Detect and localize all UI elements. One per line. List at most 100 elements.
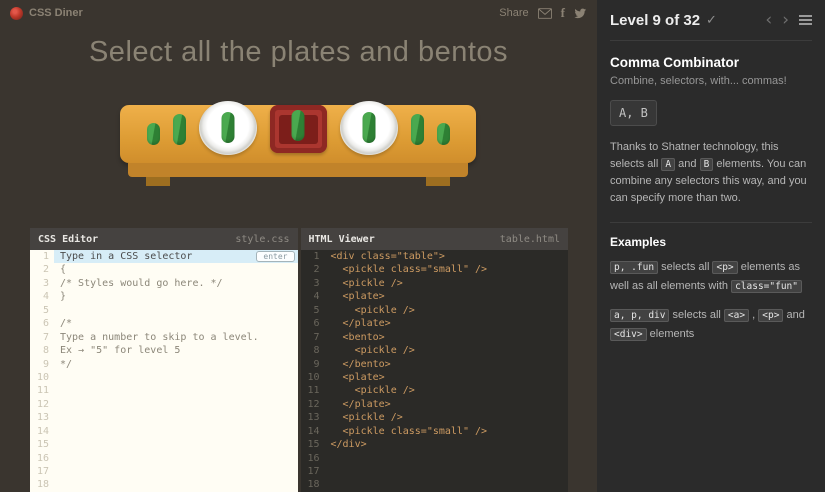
line-number: 12	[36, 398, 49, 410]
code-line: <pickle />	[330, 345, 415, 357]
code-line: */	[60, 358, 73, 370]
code-line: }	[60, 291, 67, 303]
main-area: CSS Diner Share f Select all the plates …	[0, 0, 597, 492]
code-line: <pickle />	[330, 412, 403, 424]
example-line: p, .fun selects all <p> elements as well…	[610, 261, 802, 294]
inline-code-chip: <p>	[712, 261, 738, 275]
line-number: 18	[307, 479, 320, 491]
code-line: </plate>	[330, 398, 391, 410]
line-number: 14	[307, 425, 320, 437]
bento[interactable]	[269, 105, 327, 153]
line-number: 4	[313, 291, 320, 303]
css-editor-gutter: 1 2 3 4 5 6 7 8 9 10 11 12 13 14 15 16 17 18	[30, 250, 54, 492]
css-editor-header: CSS Editor style.css	[30, 228, 298, 250]
plate[interactable]	[198, 101, 257, 155]
pickle-small[interactable]	[146, 123, 160, 145]
brand[interactable]: CSS Diner	[10, 6, 83, 20]
code-line: Ex → "5" for level 5	[60, 345, 181, 357]
code-line: </div>	[330, 439, 367, 451]
app-title: CSS Diner	[29, 7, 83, 19]
inline-code-chip: p, .fun	[610, 261, 659, 275]
next-level-button[interactable]: ›	[782, 11, 789, 29]
lesson-title: Comma Combinator	[610, 55, 740, 70]
code-line: <pickle class="small" />	[330, 425, 488, 437]
html-viewer-code: <div class="table"> <pickle class="small…	[325, 250, 569, 492]
line-number: 14	[36, 425, 49, 437]
inline-code-chip: <a>	[723, 308, 750, 322]
code-line: <pickle class="small" />	[330, 264, 488, 276]
css-diner-logo-icon	[10, 6, 23, 20]
css-selector-input[interactable]	[54, 250, 257, 264]
css-editor-title: CSS Editor	[38, 233, 99, 245]
pickle[interactable]	[362, 112, 375, 143]
line-number: 5	[313, 304, 320, 316]
line-number: 1	[42, 251, 49, 262]
plate[interactable]	[339, 101, 398, 155]
code-line: <bento>	[330, 331, 385, 343]
line-number: 15	[307, 439, 320, 451]
line-number: 9	[42, 358, 49, 370]
line-number: 13	[307, 412, 320, 424]
facebook-share-icon[interactable]: f	[561, 5, 565, 21]
line-number: 11	[307, 385, 320, 397]
level-header: Level 9 of 32 ✓ ‹ ›	[610, 0, 812, 41]
code-line: /*	[60, 318, 73, 330]
enter-button[interactable]: enter	[256, 251, 295, 263]
line-number: 17	[307, 466, 320, 477]
pickle-graphic	[172, 114, 186, 145]
line-number: 1	[313, 251, 320, 262]
line-number: 11	[36, 385, 49, 397]
table-items	[120, 89, 476, 155]
code-line: <pickle />	[330, 385, 415, 397]
code-line: <plate>	[330, 371, 385, 383]
top-bar: CSS Diner Share f	[0, 0, 597, 26]
code-line: <pickle />	[330, 304, 415, 316]
lesson-description: Thanks to Shatner technology, this selec…	[610, 141, 807, 205]
inline-code-chip: class="fun"	[731, 280, 802, 294]
html-viewer-title: HTML Viewer	[308, 233, 375, 245]
inline-code-chip: B	[699, 158, 714, 172]
examples-title: Examples	[610, 222, 812, 249]
pickle-small[interactable]	[436, 123, 450, 145]
email-share-icon[interactable]	[537, 7, 552, 19]
sidebar: Level 9 of 32 ✓ ‹ › Comma Combinator Com…	[597, 0, 825, 492]
share-label: Share	[499, 7, 529, 19]
menu-button[interactable]	[799, 13, 812, 27]
line-number: 6	[42, 318, 49, 330]
share-group: Share f	[499, 5, 587, 21]
pickle[interactable]	[172, 114, 186, 145]
pickle[interactable]	[221, 112, 234, 143]
line-number: 4	[42, 291, 49, 303]
line-number: 12	[307, 398, 320, 410]
pickle[interactable]	[291, 110, 305, 141]
line-number: 7	[313, 331, 320, 343]
line-number: 15	[36, 439, 49, 451]
css-selector-input-row: enter	[54, 250, 298, 264]
table-leg	[146, 177, 170, 186]
html-viewer-header: HTML Viewer table.html	[300, 228, 568, 250]
code-line: <div class="table">	[330, 251, 445, 262]
lesson-subtitle: Combine, selectors, with... commas!	[610, 75, 787, 87]
line-number: 9	[313, 358, 320, 370]
line-number: 16	[307, 452, 320, 464]
prev-level-button[interactable]: ‹	[765, 11, 772, 29]
line-number: 18	[36, 479, 49, 491]
html-viewer-panel: HTML Viewer table.html 1 2 3 4 5 6 7 8 9 10 11 12 13…	[300, 228, 569, 492]
line-number: 10	[307, 371, 320, 383]
pickle[interactable]	[410, 114, 424, 145]
line-number: 8	[42, 345, 49, 357]
twitter-share-icon[interactable]	[574, 7, 587, 20]
line-number: 3	[313, 277, 320, 289]
pickle-graphic	[410, 114, 424, 145]
code-line: <plate>	[330, 291, 385, 303]
pickle-graphic	[436, 123, 450, 145]
